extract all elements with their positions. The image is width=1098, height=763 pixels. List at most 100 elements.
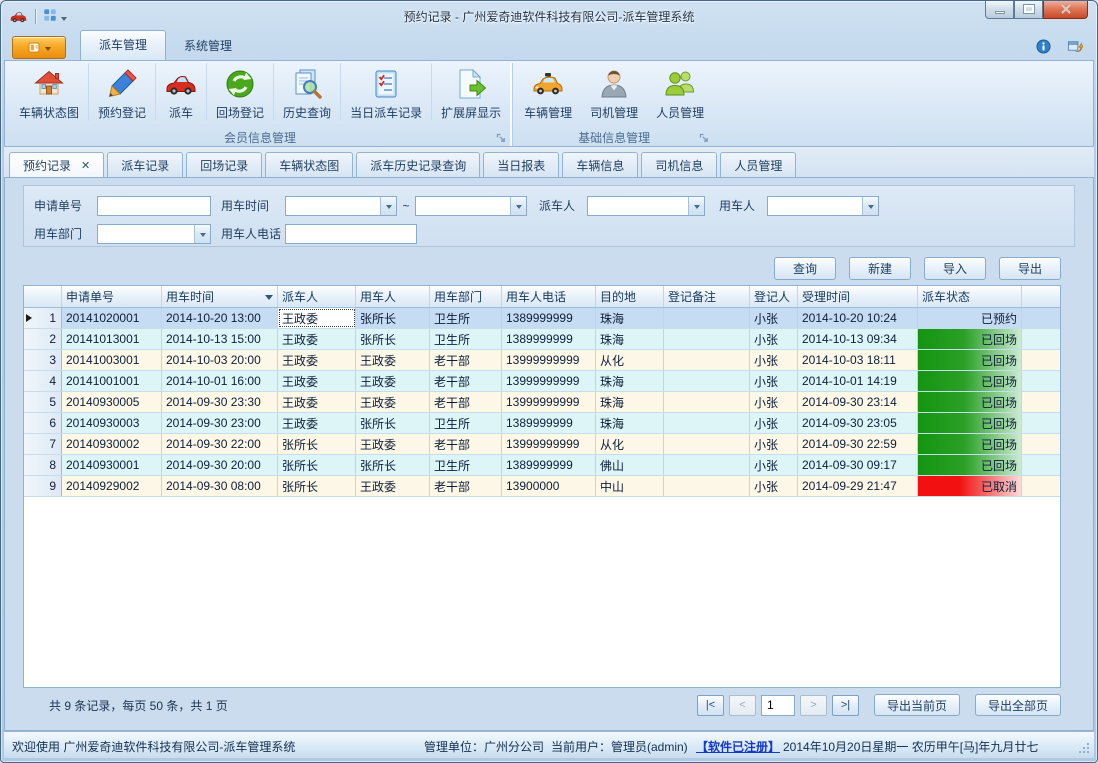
table-cell[interactable]: 珠海	[596, 371, 664, 391]
table-cell[interactable]: 2014-09-30 23:30	[162, 392, 278, 412]
doc-tab[interactable]: 当日报表	[483, 152, 559, 177]
table-cell[interactable]: 2014-10-20 13:00	[162, 308, 278, 328]
table-cell[interactable]	[664, 371, 750, 391]
table-cell[interactable]: 20140930001	[62, 455, 162, 475]
ribbon-button[interactable]: 车辆管理	[515, 63, 581, 121]
ribbon-tab-system[interactable]: 系统管理	[166, 32, 250, 60]
table-cell[interactable]: 佛山	[596, 455, 664, 475]
next-page-button[interactable]: >	[800, 695, 827, 716]
table-cell[interactable]: 2014-09-30 23:05	[798, 413, 918, 433]
table-cell[interactable]: 王政委	[278, 413, 356, 433]
table-cell[interactable]: 老干部	[430, 434, 502, 454]
table-cell[interactable]: 张所长	[278, 455, 356, 475]
row-header[interactable]: 9	[24, 476, 62, 496]
row-header[interactable]: 6	[24, 413, 62, 433]
table-row[interactable]: 2201410130012014-10-13 15:00王政委张所长卫生所138…	[24, 329, 1060, 350]
table-cell[interactable]: 王政委	[278, 371, 356, 391]
status-cell[interactable]: 已回场	[918, 371, 1022, 391]
table-cell[interactable]: 20141013001	[62, 329, 162, 349]
dialog-launcher-icon[interactable]	[496, 133, 506, 143]
table-cell[interactable]: 老干部	[430, 371, 502, 391]
table-cell[interactable]	[664, 350, 750, 370]
combo-arrow-icon[interactable]	[194, 225, 210, 243]
ribbon-button[interactable]: 司机管理	[581, 63, 647, 121]
table-cell[interactable]: 2014-09-30 22:59	[798, 434, 918, 454]
table-cell[interactable]: 老干部	[430, 350, 502, 370]
prev-page-button[interactable]: <	[729, 695, 756, 716]
table-cell[interactable]: 王政委	[278, 329, 356, 349]
resize-grip-icon[interactable]	[1078, 742, 1090, 754]
ribbon-button[interactable]: 扩展屏显示	[431, 63, 510, 121]
table-cell[interactable]: 1389999999	[502, 455, 596, 475]
table-cell[interactable]: 2014-09-30 08:00	[162, 476, 278, 496]
table-cell[interactable]: 13900000	[502, 476, 596, 496]
use-time-to-combo[interactable]	[415, 196, 527, 216]
export-current-page-button[interactable]: 导出当前页	[874, 694, 960, 716]
table-cell[interactable]: 珠海	[596, 308, 664, 328]
doc-tab[interactable]: 派车历史记录查询	[356, 152, 480, 177]
doc-tab[interactable]: 回场记录	[186, 152, 262, 177]
collapse-ribbon-icon[interactable]	[1007, 43, 1020, 51]
status-cell[interactable]: 已预约	[918, 308, 1022, 328]
table-cell[interactable]: 王政委	[356, 392, 430, 412]
table-cell[interactable]: 2014-09-30 09:17	[798, 455, 918, 475]
dialog-launcher-icon[interactable]	[699, 133, 709, 143]
col-header[interactable]: 用车人	[356, 286, 430, 307]
table-cell[interactable]: 王政委	[356, 371, 430, 391]
table-cell[interactable]: 13999999999	[502, 350, 596, 370]
col-header[interactable]: 登记备注	[664, 286, 750, 307]
table-cell[interactable]	[664, 329, 750, 349]
row-header[interactable]: 7	[24, 434, 62, 454]
table-row[interactable]: 5201409300052014-09-30 23:30王政委王政委老干部139…	[24, 392, 1060, 413]
row-header[interactable]: 8	[24, 455, 62, 475]
doc-tab[interactable]: 车辆信息	[562, 152, 638, 177]
status-cell[interactable]: 已回场	[918, 350, 1022, 370]
table-cell[interactable]: 2014-09-30 20:00	[162, 455, 278, 475]
table-row[interactable]: 6201409300032014-09-30 23:00王政委张所长卫生所138…	[24, 413, 1060, 434]
table-cell[interactable]: 张所长	[278, 476, 356, 496]
ribbon-button[interactable]: 预约登记	[88, 63, 155, 121]
combo-arrow-icon[interactable]	[510, 197, 526, 215]
table-cell[interactable]: 小张	[750, 413, 798, 433]
table-cell[interactable]: 珠海	[596, 392, 664, 412]
table-cell[interactable]: 1389999999	[502, 308, 596, 328]
ribbon-button[interactable]: 派车	[155, 63, 206, 121]
table-cell[interactable]: 张所长	[356, 455, 430, 475]
grid[interactable]: 申请单号用车时间派车人用车人用车部门用车人电话目的地登记备注登记人受理时间派车状…	[23, 285, 1061, 688]
table-cell[interactable]: 2014-10-03 18:11	[798, 350, 918, 370]
table-cell[interactable]: 卫生所	[430, 455, 502, 475]
table-cell[interactable]: 小张	[750, 308, 798, 328]
table-cell[interactable]: 中山	[596, 476, 664, 496]
table-cell[interactable]: 王政委	[278, 392, 356, 412]
doc-tab[interactable]: 派车记录	[107, 152, 183, 177]
last-page-button[interactable]: >|	[832, 695, 859, 716]
table-cell[interactable]: 2014-10-03 20:00	[162, 350, 278, 370]
table-row[interactable]: 4201410010012014-10-01 16:00王政委王政委老干部139…	[24, 371, 1060, 392]
export-button[interactable]: 导出	[999, 257, 1061, 280]
table-cell[interactable]: 13999999999	[502, 434, 596, 454]
table-cell[interactable]: 2014-10-01 14:19	[798, 371, 918, 391]
order-no-input[interactable]	[97, 196, 211, 216]
ribbon-tab-dispatch[interactable]: 派车管理	[80, 30, 166, 60]
layout-grid-icon[interactable]	[43, 8, 57, 27]
maximize-button[interactable]	[1014, 0, 1043, 19]
ribbon-button[interactable]: 回场登记	[206, 63, 273, 121]
close-tab-icon[interactable]: ✕	[81, 159, 90, 172]
table-cell[interactable]: 20140930002	[62, 434, 162, 454]
table-cell[interactable]: 王政委	[278, 350, 356, 370]
table-cell[interactable]: 2014-09-29 21:47	[798, 476, 918, 496]
table-cell[interactable]: 20141003001	[62, 350, 162, 370]
col-header[interactable]: 目的地	[596, 286, 664, 307]
ribbon-button[interactable]: 历史查询	[273, 63, 340, 121]
use-time-from-combo[interactable]	[285, 196, 397, 216]
table-cell[interactable]: 20140929002	[62, 476, 162, 496]
row-header[interactable]: 1	[24, 308, 62, 328]
import-button[interactable]: 导入	[924, 257, 986, 280]
ribbon-button[interactable]: 人员管理	[647, 63, 713, 121]
doc-tab[interactable]: 司机信息	[641, 152, 717, 177]
doc-tab[interactable]: 车辆状态图	[265, 152, 353, 177]
app-menu-button[interactable]	[12, 36, 66, 59]
table-cell[interactable]: 20140930005	[62, 392, 162, 412]
status-cell[interactable]: 已回场	[918, 413, 1022, 433]
export-all-pages-button[interactable]: 导出全部页	[975, 694, 1061, 716]
